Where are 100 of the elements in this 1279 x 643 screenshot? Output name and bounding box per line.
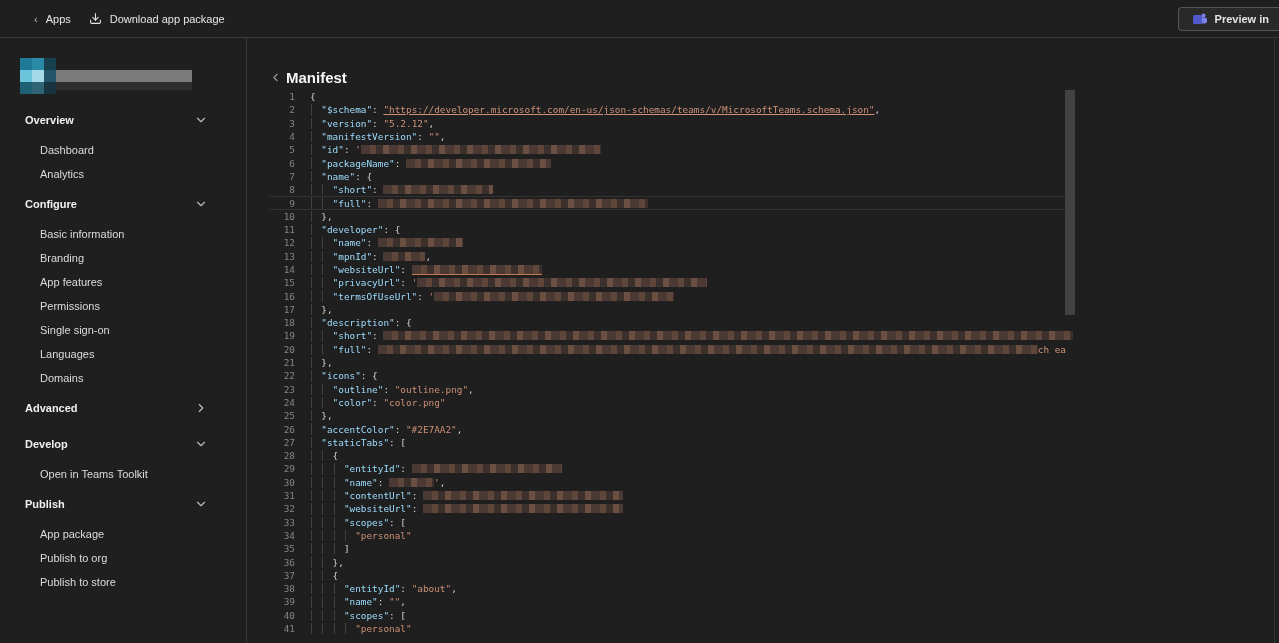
- line-number: 8: [288, 184, 295, 196]
- redacted-value: [389, 477, 435, 487]
- json-key: "developer": [321, 224, 384, 236]
- line-number: 11: [282, 224, 295, 236]
- sidebar-item[interactable]: Publish to org: [0, 546, 108, 570]
- line-number: 13: [282, 250, 295, 262]
- sidebar-item[interactable]: Analytics: [0, 162, 85, 186]
- scrollbar[interactable]: [1065, 90, 1075, 315]
- json-key: "name": [343, 476, 378, 488]
- json-key: "icons": [321, 370, 361, 382]
- json-string: "personal": [355, 623, 412, 634]
- line-number: 5: [288, 144, 295, 156]
- preview-button[interactable]: Preview in: [1177, 6, 1279, 31]
- line-number: 30: [282, 476, 295, 488]
- sidebar-item[interactable]: Branding: [0, 246, 85, 270]
- line-number: 39: [282, 596, 295, 608]
- json-punctuation: },: [321, 357, 333, 369]
- line-number: 21: [282, 357, 295, 369]
- json-punctuation: ]: [343, 543, 350, 555]
- line-number: 10: [282, 210, 295, 222]
- json-punctuation: :: [343, 144, 351, 156]
- json-punctuation: :: [372, 184, 379, 196]
- json-punctuation: :: [366, 197, 374, 209]
- line-number: 3: [288, 117, 295, 129]
- sidebar-item[interactable]: Domains: [0, 366, 84, 390]
- json-string: "personal": [355, 529, 412, 541]
- json-punctuation: :: [377, 476, 385, 488]
- json-punctuation: :: [394, 423, 402, 435]
- sidebar-item[interactable]: App features: [0, 270, 103, 294]
- line-number: 2: [288, 104, 295, 116]
- line-number: 4: [288, 131, 295, 143]
- json-punctuation: ,: [439, 131, 446, 143]
- json-punctuation: :: [400, 264, 407, 275]
- json-punctuation: : [: [389, 516, 406, 528]
- json-punctuation: ,: [456, 423, 463, 435]
- sidebar-item[interactable]: App package: [0, 522, 105, 546]
- apps-back-link[interactable]: ‹ Apps: [34, 12, 71, 25]
- json-punctuation: :: [366, 343, 374, 355]
- json-punctuation: ,: [468, 383, 474, 395]
- json-string: ch ea: [1037, 343, 1066, 355]
- sidebar-item[interactable]: Publish to store: [0, 570, 116, 594]
- download-app-package-link[interactable]: Download app package: [88, 12, 225, 25]
- schema-link[interactable]: "https://developer.microsoft.com/en-us/json-schemas/teams/v/MicrosoftTeams.schema.json": [383, 104, 875, 116]
- json-string: ': [434, 476, 440, 488]
- json-string: "": [389, 596, 401, 608]
- json-string: ': [411, 277, 418, 289]
- sidebar-item[interactable]: Single sign-on: [0, 318, 110, 342]
- json-key: "id": [321, 144, 344, 156]
- json-key: "name": [321, 170, 356, 182]
- sidebar-item[interactable]: Open in Teams Toolkit: [0, 462, 148, 486]
- json-key: "version": [321, 117, 373, 129]
- sidebar-item[interactable]: Dashboard: [0, 138, 94, 162]
- json-punctuation: {: [332, 569, 339, 581]
- json-punctuation: ,: [400, 596, 406, 608]
- json-punctuation: :: [400, 277, 407, 289]
- line-number: 19: [282, 330, 295, 342]
- line-number: 31: [282, 490, 295, 502]
- json-punctuation: :: [377, 596, 385, 608]
- json-punctuation: },: [332, 556, 344, 568]
- section-header[interactable]: Overview: [0, 108, 226, 132]
- json-key: "entityId": [343, 463, 401, 475]
- line-number: 16: [282, 290, 295, 302]
- line-number: 22: [282, 370, 295, 382]
- json-string: ': [428, 290, 435, 302]
- line-number: 27: [282, 436, 295, 448]
- json-key: "mpnId": [332, 250, 373, 262]
- json-punctuation: },: [321, 303, 333, 315]
- line-number: 15: [282, 277, 295, 289]
- json-punctuation: {: [332, 450, 339, 462]
- json-punctuation: : {: [360, 370, 378, 382]
- json-punctuation: :: [417, 131, 424, 143]
- sidebar-item[interactable]: Languages: [0, 342, 95, 366]
- line-number: 37: [282, 569, 295, 581]
- json-string: "": [428, 131, 440, 143]
- section-header[interactable]: Configure: [0, 192, 226, 216]
- section-header[interactable]: Publish: [0, 492, 226, 516]
- line-number: 1: [288, 91, 295, 103]
- json-string: "color.png": [383, 396, 446, 408]
- json-key: "manifestVersion": [321, 131, 418, 143]
- json-key: "contentUrl": [343, 490, 412, 502]
- line-number: 18: [282, 317, 295, 329]
- page-title: Manifest: [286, 68, 347, 86]
- sidebar-item[interactable]: Basic information: [0, 222, 125, 246]
- line-number: 33: [282, 516, 295, 528]
- section-header[interactable]: Advanced: [0, 396, 226, 420]
- line-number: 38: [282, 583, 295, 595]
- json-punctuation: : {: [394, 317, 412, 329]
- json-punctuation: ,: [428, 117, 435, 129]
- json-key: "outline": [332, 383, 384, 395]
- json-string: "outline.png": [394, 383, 469, 395]
- json-punctuation: :: [372, 250, 379, 262]
- teams-logo-icon: [1192, 12, 1207, 25]
- line-number: 26: [282, 423, 295, 435]
- line-number: 12: [282, 237, 295, 249]
- json-key: "color": [332, 396, 373, 408]
- line-number: 36: [282, 556, 295, 568]
- line-number: 24: [282, 396, 295, 408]
- section-header[interactable]: Develop: [0, 432, 226, 456]
- json-key: "description": [321, 317, 395, 329]
- sidebar-item[interactable]: Permissions: [0, 294, 100, 318]
